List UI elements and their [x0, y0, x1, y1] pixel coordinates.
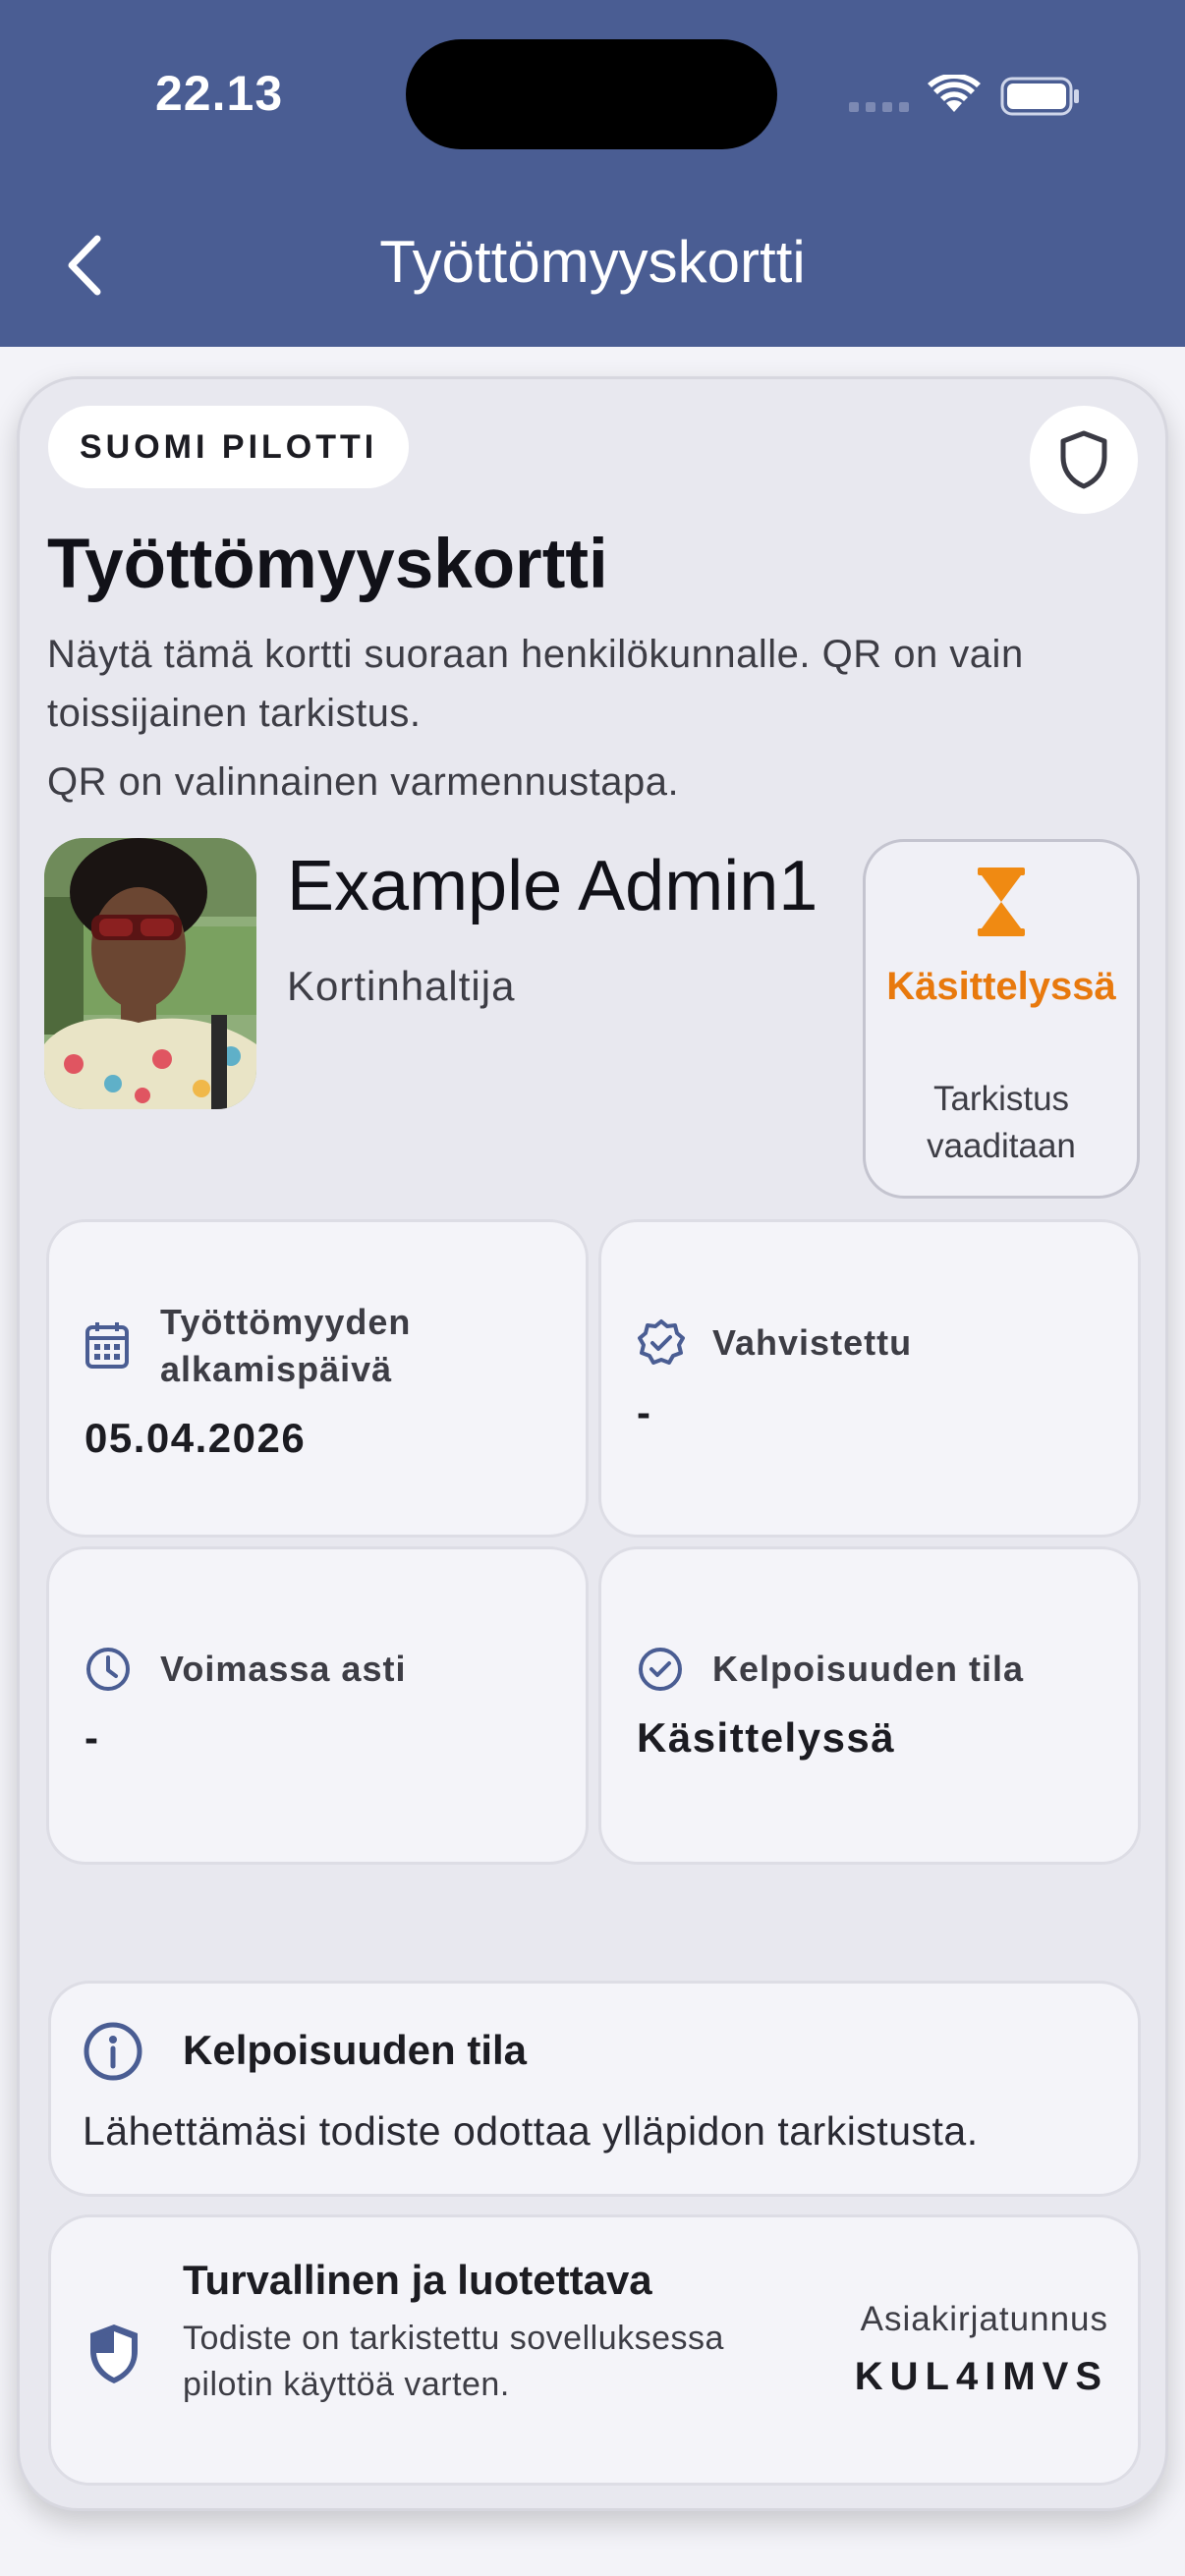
unemployment-card: SUOMI PILOTTI Työttömyyskortti Näytä täm…	[17, 376, 1168, 2511]
tile-label: Työttömyyden alkamispäivä	[160, 1302, 412, 1389]
document-id-label: Asiakirjatunnus	[860, 2300, 1108, 2338]
tile-label: Voimassa asti	[160, 1649, 407, 1689]
tile-value: -	[85, 1714, 100, 1761]
tile-valid-until: Voimassa asti -	[46, 1546, 589, 1865]
tile-label: Vahvistettu	[712, 1322, 913, 1363]
security-title: Turvallinen ja luotettava	[183, 2257, 652, 2303]
wifi-icon	[928, 75, 981, 112]
card-title: Työttömyyskortti	[47, 526, 608, 603]
tile-label: Kelpoisuuden tila	[712, 1649, 1025, 1689]
app-header: 22.13 Työttömyyskortti	[0, 0, 1185, 347]
security-info: Turvallinen ja luotettava Todiste on tar…	[48, 2214, 1141, 2486]
tile-value: 05.04.2026	[85, 1415, 307, 1461]
holder-name: Example Admin1	[287, 847, 818, 925]
eligibility-title: Kelpoisuuden tila	[183, 2027, 528, 2073]
dynamic-island	[406, 39, 777, 149]
card-description: Näytä tämä kortti suoraan henkilökunnall…	[47, 633, 1024, 735]
info-icon	[84, 2022, 142, 2081]
status-sublabel: Tarkistus vaaditaan	[927, 1080, 1076, 1165]
battery-icon	[1000, 77, 1079, 116]
tile-start-date: Työttömyyden alkamispäivä 05.04.2026	[46, 1219, 589, 1538]
eligibility-text: Lähettämäsi todiste odottaa ylläpidon ta…	[83, 2108, 979, 2154]
cellular-signal-icon	[849, 102, 909, 112]
tile-value: -	[637, 1389, 652, 1435]
nav-title: Työttömyyskortti	[379, 229, 806, 295]
shield-half-icon	[90, 2324, 138, 2383]
status-time: 22.13	[155, 66, 284, 121]
hourglass-icon	[978, 868, 1025, 936]
holder-role: Kortinhaltija	[287, 963, 516, 1009]
verified-badge-icon	[638, 1319, 685, 1365]
security-button[interactable]	[1030, 406, 1138, 514]
security-text: Todiste on tarkistettu sovelluksessa pil…	[183, 2320, 724, 2403]
status-label: Käsittelyssä	[886, 965, 1116, 1008]
tile-eligibility: Kelpoisuuden tila Käsittelyssä	[598, 1546, 1141, 1865]
pilot-badge: SUOMI PILOTTI	[48, 406, 410, 488]
calendar-icon	[85, 1322, 129, 1369]
check-circle-icon	[639, 1648, 682, 1691]
document-id: KUL4IMVS	[854, 2355, 1108, 2398]
tile-value: Käsittelyssä	[637, 1714, 896, 1761]
eligibility-info: Kelpoisuuden tila Lähettämäsi todiste od…	[48, 1981, 1141, 2197]
holder-photo	[44, 838, 256, 1109]
qr-note: QR on valinnainen varmennustapa.	[47, 760, 680, 804]
shield-icon	[1060, 430, 1107, 489]
status-box: Käsittelyssä Tarkistus vaaditaan	[863, 839, 1140, 1199]
tile-verified: Vahvistettu -	[598, 1219, 1141, 1538]
clock-icon	[86, 1648, 130, 1691]
